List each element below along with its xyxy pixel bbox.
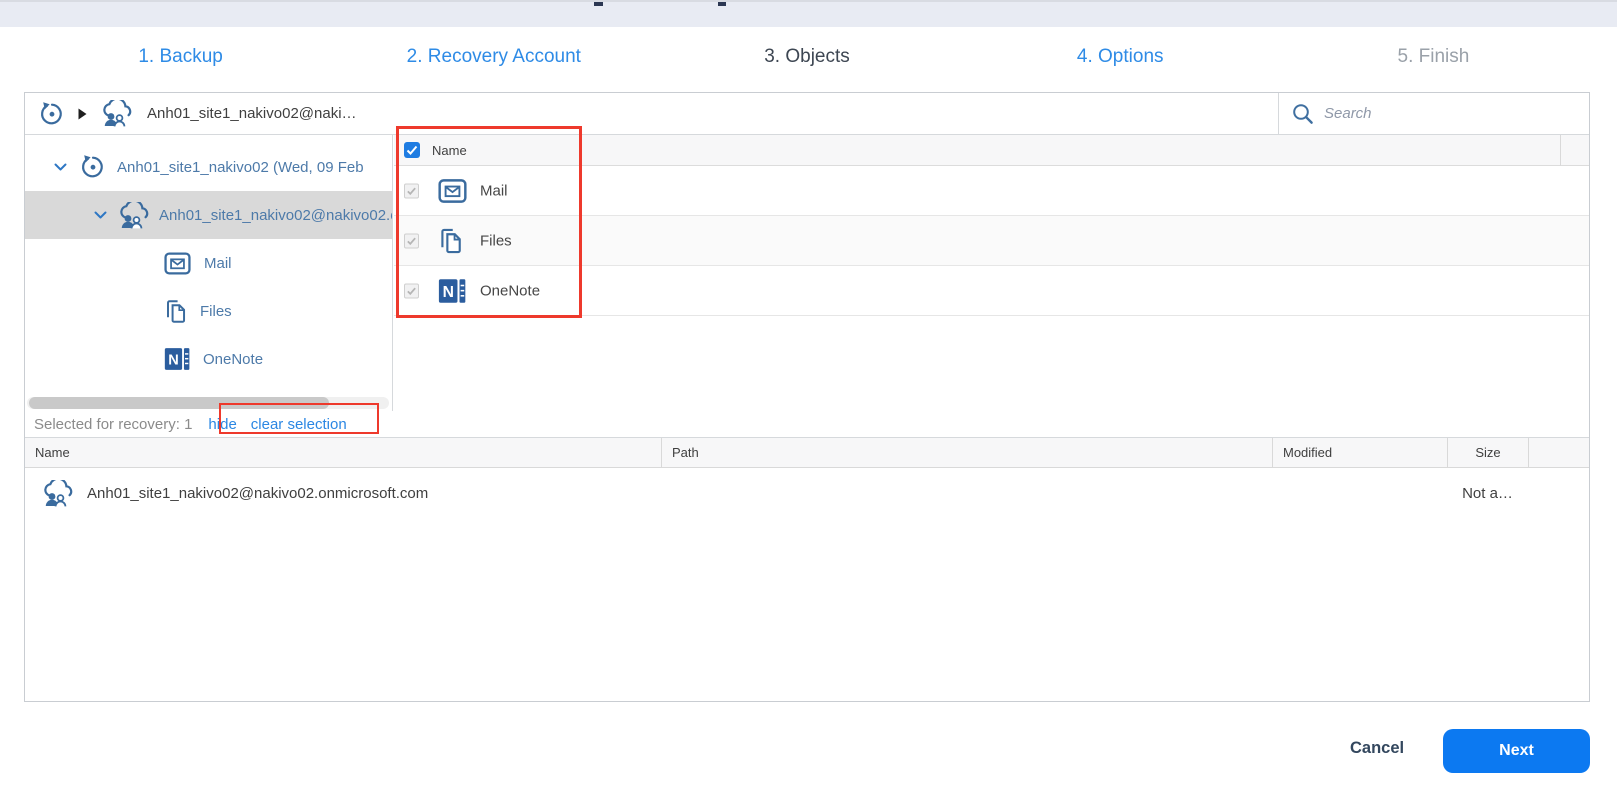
- search-input[interactable]: [1324, 105, 1534, 122]
- tree-node-label: OneNote: [203, 351, 263, 368]
- tree-node-label: Files: [200, 303, 232, 320]
- breadcrumb-account-label: Anh01_site1_nakivo02@naki…: [147, 105, 357, 122]
- header-end-column: [1560, 135, 1589, 166]
- selection-bar: Selected for recovery: 1 hide clear sele…: [25, 411, 1589, 438]
- files-icon: [164, 299, 187, 324]
- column-header-end: [1528, 438, 1589, 467]
- account-icon: [41, 480, 75, 507]
- tree-node-account-selected[interactable]: Anh01_site1_nakivo02@nakivo02.onmicrosof…: [25, 191, 393, 239]
- tree-node-label: Mail: [204, 255, 232, 272]
- tree-node-label: Anh01_site1_nakivo02@nakivo02.onmicrosof…: [159, 207, 393, 224]
- breadcrumb-toolbar: Anh01_site1_nakivo02@naki…: [25, 93, 1589, 135]
- tree-scrollbar-thumb[interactable]: [29, 397, 329, 409]
- column-header-size[interactable]: Size: [1447, 438, 1528, 467]
- search-box: [1278, 93, 1589, 134]
- row-checkbox-disabled: [404, 283, 419, 298]
- next-button[interactable]: Next: [1443, 729, 1590, 773]
- breadcrumb[interactable]: Anh01_site1_nakivo02@naki…: [39, 93, 357, 134]
- object-row-files[interactable]: Files: [394, 216, 1589, 266]
- wizard-step-finish: 5. Finish: [1277, 46, 1590, 68]
- column-header-name[interactable]: Name: [25, 438, 661, 467]
- objects-table-header: Name: [394, 135, 1589, 166]
- recovery-item-size: Not a…: [1447, 468, 1528, 518]
- row-checkbox-disabled: [404, 233, 419, 248]
- recovery-point-icon: [39, 101, 65, 127]
- clipped-text-artifact: [718, 2, 726, 6]
- chevron-down-icon[interactable]: [52, 159, 69, 175]
- tree-node-files[interactable]: Files: [25, 287, 393, 335]
- wizard-steps: 1. Backup 2. Recovery Account 3. Objects…: [24, 46, 1590, 68]
- select-all-checkbox[interactable]: [404, 142, 420, 158]
- tree-node-onenote[interactable]: N OneNote: [25, 335, 393, 383]
- top-clipped-band: [0, 0, 1617, 27]
- wizard-step-recovery-account[interactable]: 2. Recovery Account: [337, 46, 650, 68]
- cancel-button[interactable]: Cancel: [1350, 739, 1404, 758]
- tree-node-label: Anh01_site1_nakivo02 (Wed, 09 Feb: [117, 159, 364, 176]
- account-icon: [100, 100, 134, 127]
- svg-text:N: N: [443, 283, 454, 300]
- recovery-point-icon: [80, 154, 106, 180]
- chevron-down-icon[interactable]: [92, 207, 109, 223]
- object-row-mail[interactable]: Mail: [394, 166, 1589, 216]
- object-row-onenote[interactable]: N OneNote: [394, 266, 1589, 316]
- mail-icon: [438, 178, 467, 203]
- mail-icon: [164, 252, 191, 275]
- wizard-step-backup[interactable]: 1. Backup: [24, 46, 337, 68]
- clear-selection-link[interactable]: clear selection: [251, 416, 347, 433]
- column-header-name[interactable]: Name: [432, 143, 467, 158]
- svg-text:N: N: [168, 353, 179, 369]
- recovery-list-header: Name Path Modified Size: [25, 438, 1589, 468]
- object-row-label: Mail: [480, 182, 508, 199]
- files-icon: [438, 227, 463, 254]
- onenote-icon: N: [164, 347, 190, 371]
- recovery-list-row[interactable]: Anh01_site1_nakivo02@nakivo02.onmicrosof…: [25, 468, 1589, 518]
- recovery-item-modified: [1272, 468, 1447, 518]
- tree-horizontal-scrollbar[interactable]: [27, 397, 389, 409]
- clipped-text-artifact: [594, 2, 603, 6]
- column-header-path[interactable]: Path: [661, 438, 1272, 467]
- objects-step-panel: Anh01_site1_nakivo02@naki…: [24, 92, 1590, 702]
- recovery-wizard-page: { "wizard_steps": [ { "label": "1. Backu…: [0, 0, 1617, 800]
- breadcrumb-arrow-icon: [78, 108, 87, 120]
- selection-summary: Selected for recovery: 1: [34, 416, 192, 433]
- backup-tree-pane: Anh01_site1_nakivo02 (Wed, 09 Feb Anh01_…: [25, 135, 393, 411]
- search-icon: [1291, 102, 1315, 126]
- objects-table: Name Mail: [394, 135, 1589, 411]
- recovery-list: Name Path Modified Size Anh01_site1_naki…: [25, 438, 1589, 518]
- wizard-step-objects[interactable]: 3. Objects: [650, 46, 963, 68]
- object-row-label: Files: [480, 232, 512, 249]
- tree-node-recovery-point[interactable]: Anh01_site1_nakivo02 (Wed, 09 Feb: [25, 143, 393, 191]
- objects-browser: Anh01_site1_nakivo02 (Wed, 09 Feb Anh01_…: [25, 135, 1589, 411]
- wizard-step-options[interactable]: 4. Options: [964, 46, 1277, 68]
- account-icon: [117, 202, 151, 229]
- column-header-modified[interactable]: Modified: [1272, 438, 1447, 467]
- tree-node-mail[interactable]: Mail: [25, 239, 393, 287]
- recovery-item-path: [661, 468, 1272, 518]
- hide-link[interactable]: hide: [208, 416, 236, 433]
- object-row-label: OneNote: [480, 282, 540, 299]
- onenote-icon: N: [438, 278, 466, 304]
- row-checkbox-disabled: [404, 183, 419, 198]
- recovery-item-name: Anh01_site1_nakivo02@nakivo02.onmicrosof…: [87, 485, 428, 502]
